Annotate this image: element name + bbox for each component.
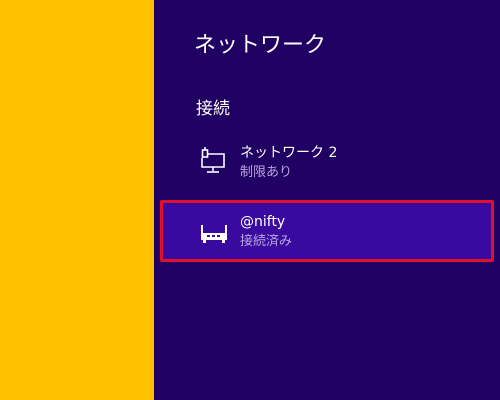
network-charm-pane: ネットワーク 接続 ネットワーク 2 制限あり @nifty 接続済み	[154, 0, 500, 400]
network-name: @nifty	[240, 214, 286, 230]
desktop-background	[0, 0, 154, 400]
screen: ネットワーク 接続 ネットワーク 2 制限あり @nifty 接続済み	[0, 0, 500, 400]
network-status: 接続済み	[240, 234, 293, 249]
network-item-nifty[interactable]: @nifty 接続済み	[160, 200, 494, 262]
wired-network-icon	[198, 146, 228, 174]
broadband-router-icon	[199, 219, 229, 247]
pane-title: ネットワーク	[194, 33, 327, 58]
network-item-network-2[interactable]: ネットワーク 2 制限あり	[196, 140, 492, 202]
connections-section-header: 接続	[196, 99, 230, 119]
network-item-text: ネットワーク 2 制限あり	[240, 144, 337, 182]
network-name: ネットワーク 2	[240, 145, 338, 161]
network-status: 制限あり	[240, 165, 293, 180]
network-item-text: @nifty 接続済み	[240, 213, 292, 251]
